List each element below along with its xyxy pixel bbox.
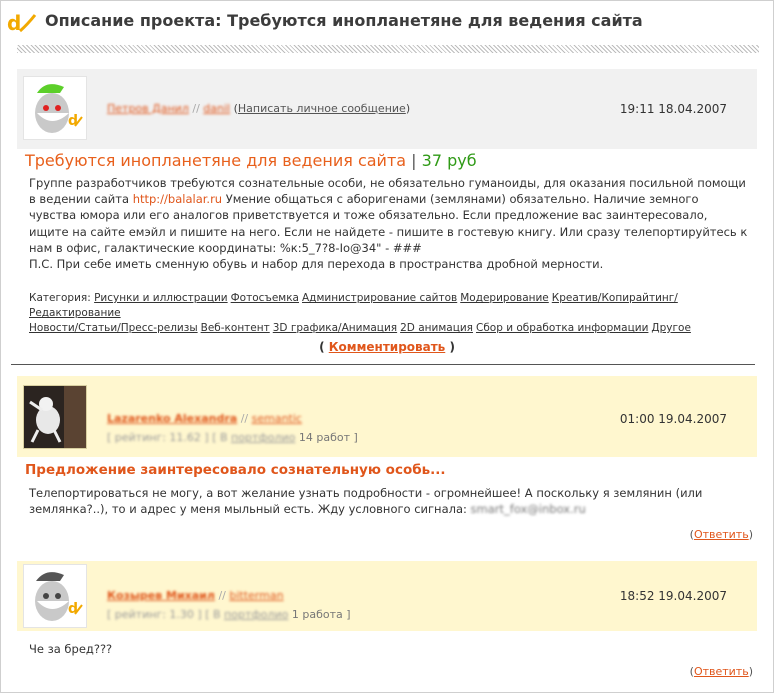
comment-author-box: d Козырев Михаил // bitterman [ рейтинг:… xyxy=(17,561,757,631)
description-postscript: П.С. При себе иметь сменную обувь и набо… xyxy=(29,257,604,272)
reply-button[interactable]: Ответить xyxy=(694,528,749,541)
portfolio-prefix: [ В xyxy=(205,608,225,621)
category-link[interactable]: Модерирование xyxy=(460,292,549,304)
portfolio-prefix: [ В xyxy=(212,431,232,444)
author-name-link[interactable]: Петров Данил xyxy=(107,102,189,115)
author-login-link[interactable]: danil xyxy=(203,102,230,115)
category-link[interactable]: Другое xyxy=(651,322,690,334)
project-site-link[interactable]: http://balalar.ru xyxy=(133,192,222,206)
category-link[interactable]: Новости/Статьи/Пресс-релизы xyxy=(29,322,198,334)
comment-timestamp: 18:52 19.04.2007 xyxy=(619,589,727,603)
avatar[interactable]: d xyxy=(23,76,87,140)
comment-link-row: ( Комментировать ) xyxy=(319,340,455,354)
comment-author-line: Lazarenko Alexandra // semantic xyxy=(107,412,302,425)
comment-body: Че за бред??? xyxy=(29,642,113,656)
comment-author-line: Козырев Михаил // bitterman xyxy=(107,589,284,602)
author-login-link[interactable]: bitterman xyxy=(229,589,283,602)
site-logo-icon: d xyxy=(7,11,37,35)
category-link[interactable]: Веб-контент xyxy=(201,322,270,334)
comment-button[interactable]: Комментировать xyxy=(329,340,446,354)
portfolio-link[interactable]: портфолио xyxy=(224,608,288,621)
category-link[interactable]: Рисунки и иллюстрации xyxy=(94,292,228,304)
portfolio-count: 1 работа ] xyxy=(288,608,351,621)
comment-timestamp: 01:00 19.04.2007 xyxy=(619,412,727,426)
comment-text: Телепортироваться не могу, а вот желание… xyxy=(29,486,703,516)
robot-avatar-icon: d xyxy=(35,84,83,133)
project-title: Требуются инопланетяне для ведения сайта… xyxy=(25,151,477,170)
category-link[interactable]: 2D анимация xyxy=(400,322,473,334)
author-stats: [ рейтинг: 11.62 ] [ В портфолио 14 рабо… xyxy=(107,431,358,444)
svg-text:d: d xyxy=(7,11,21,35)
project-categories: Категория: Рисунки и иллюстрации Фотосъем… xyxy=(29,291,759,336)
author-stats: [ рейтинг: 1.30 ] [ В портфолио 1 работа… xyxy=(107,608,351,621)
author-rating: [ рейтинг: 1.30 ] xyxy=(107,608,202,621)
page-header: d Описание проекта: Требуются инопланетя… xyxy=(1,1,773,45)
reply-row: (Ответить) xyxy=(689,665,753,678)
category-link[interactable]: 3D графика/Анимация xyxy=(273,322,397,334)
project-author-line: Петров Данил // danil (Написать личное с… xyxy=(107,102,411,115)
section-divider xyxy=(11,364,755,365)
portfolio-link[interactable]: портфолио xyxy=(231,431,295,444)
portfolio-count: 14 работ ] xyxy=(295,431,358,444)
svg-text:d: d xyxy=(68,113,78,129)
project-timestamp: 19:11 18.04.2007 xyxy=(619,102,727,116)
project-author-box: d Петров Данил // danil (Написать личное… xyxy=(17,69,757,149)
comment-title: Предложение заинтересовало сознательную … xyxy=(25,462,446,478)
private-message-link[interactable]: Написать личное сообщение xyxy=(238,102,406,115)
avatar[interactable]: d xyxy=(23,564,87,628)
author-name-link[interactable]: Козырев Михаил xyxy=(107,589,215,602)
comment-email: smart_fox@inbox.ru xyxy=(470,502,586,516)
category-link[interactable]: Сбор и обработка информации xyxy=(476,322,648,334)
comment-author-box: Lazarenko Alexandra // semantic [ рейтин… xyxy=(17,376,757,457)
comment-body: Телепортироваться не могу, а вот желание… xyxy=(29,485,759,517)
categories-label: Категория: xyxy=(29,292,91,304)
reply-row: (Ответить) xyxy=(689,528,753,541)
project-description: Группе разработчиков требуются сознатель… xyxy=(29,175,749,272)
header-divider xyxy=(17,45,759,53)
author-name-link[interactable]: Lazarenko Alexandra xyxy=(107,412,237,425)
avatar[interactable] xyxy=(23,385,87,449)
category-link[interactable]: Фотосъемка xyxy=(231,292,299,304)
reply-button[interactable]: Ответить xyxy=(694,665,749,678)
page-title: Описание проекта: Требуются инопланетяне… xyxy=(45,11,643,30)
page: d Описание проекта: Требуются инопланетя… xyxy=(0,0,774,693)
author-login-link[interactable]: semantic xyxy=(252,412,302,425)
robot-avatar-icon: d xyxy=(35,572,83,621)
project-price: 37 руб xyxy=(421,151,477,170)
category-link[interactable]: Администрирование сайтов xyxy=(302,292,457,304)
svg-text:d: d xyxy=(68,601,78,617)
author-rating: [ рейтинг: 11.62 ] xyxy=(107,431,209,444)
project-title-text: Требуются инопланетяне для ведения сайта xyxy=(25,151,407,170)
cat-photo-avatar-icon xyxy=(24,386,86,448)
